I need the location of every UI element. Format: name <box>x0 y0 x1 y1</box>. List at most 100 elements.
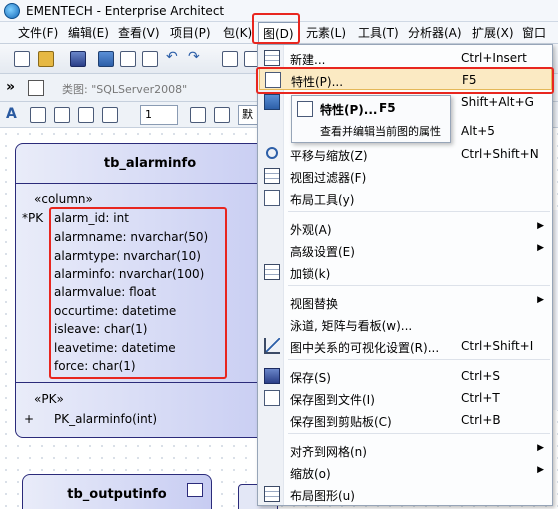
redo-icon[interactable]: ↷ <box>188 49 204 65</box>
operation-row[interactable]: PK_alarminfo(int) <box>54 412 157 426</box>
align-icon[interactable] <box>102 107 118 123</box>
attribute-row[interactable]: alarminfo: nvarchar(100) <box>54 267 204 281</box>
app-logo-icon <box>4 2 20 19</box>
line-width-spinner[interactable]: 1 <box>140 105 178 125</box>
save-icon[interactable] <box>70 51 86 67</box>
menu-item-pan-zoom[interactable]: 平移与缩放(Z) Ctrl+Shift+N <box>259 143 552 165</box>
diagram-type-label: 类图: "SQLServer2008" <box>62 83 188 96</box>
menu-view[interactable]: 查看(V) <box>114 22 164 44</box>
font-icon[interactable]: A <box>6 106 17 122</box>
menu-separator <box>288 285 550 286</box>
menu-file[interactable]: 文件(F) <box>14 22 62 44</box>
pk-marker: *PK <box>22 211 44 225</box>
menu-item-label: 保存图到剪贴板(C) <box>290 415 392 429</box>
menu-diagram[interactable]: 图(D) <box>258 22 299 44</box>
attribute-row[interactable]: leavetime: datetime <box>54 341 176 355</box>
save-icon <box>264 368 280 384</box>
menu-item-save[interactable]: 保存(S) Ctrl+S <box>259 365 552 387</box>
submenu-arrow-icon: ▶ <box>537 443 544 453</box>
menu-item-shortcut: Ctrl+T <box>461 391 500 405</box>
menu-item-layout-diagram[interactable]: 布局图形(u) <box>259 483 552 505</box>
layout-icon <box>264 94 280 110</box>
menu-item-shortcut: Ctrl+S <box>461 369 501 383</box>
fill-color-icon[interactable] <box>30 107 46 123</box>
menu-item-new[interactable]: 新建... Ctrl+Insert <box>259 47 552 69</box>
menu-item-label: 布局图形(u) <box>290 489 355 503</box>
menu-item-label: 保存图到文件(I) <box>290 393 375 407</box>
menu-edit[interactable]: 编辑(E) <box>64 22 113 44</box>
menu-item-zoom[interactable]: 缩放(o) ▶ <box>259 461 552 483</box>
brush-icon[interactable] <box>190 107 206 123</box>
menu-tools[interactable]: 工具(T) <box>354 22 403 44</box>
menu-item-label: 新建... <box>290 53 326 67</box>
menu-item-shortcut: Ctrl+B <box>461 413 501 427</box>
save-file-icon <box>264 390 280 406</box>
attribute-row[interactable]: isleave: char(1) <box>54 322 148 336</box>
attribute-row[interactable]: alarmtype: nvarchar(10) <box>54 249 201 263</box>
menu-project[interactable]: 项目(P) <box>166 22 215 44</box>
layout-diagram-icon <box>264 486 280 502</box>
find-icon[interactable] <box>222 51 238 67</box>
menu-item-layout-tools[interactable]: 布局工具(y) <box>259 187 552 209</box>
menu-item-save-to-clipboard[interactable]: 保存图到剪贴板(C) Ctrl+B <box>259 409 552 431</box>
lock-icon <box>264 264 280 280</box>
menu-item-label: 保存(S) <box>290 371 331 385</box>
class-name: tb_alarminfo <box>16 144 284 184</box>
menu-item-shortcut: Alt+5 <box>461 124 495 138</box>
compartment-divider <box>16 382 284 383</box>
menu-analyzer[interactable]: 分析器(A) <box>404 22 466 44</box>
menu-extensions[interactable]: 扩展(X) <box>468 22 518 44</box>
submenu-title[interactable]: 特性(P)... <box>320 101 377 118</box>
pen-icon[interactable] <box>214 107 230 123</box>
menu-window[interactable]: 窗口(W) <box>518 22 558 62</box>
menu-element[interactable]: 元素(L) <box>302 22 350 44</box>
title-bar: EMENTECH - Enterprise Architect <box>0 0 558 22</box>
class-name-2: tb_outputinfo <box>67 487 167 502</box>
menu-item-view-filter[interactable]: 视图过滤器(F) <box>259 165 552 187</box>
pk-stereotype: «PK» <box>34 392 64 406</box>
cut-icon[interactable] <box>98 51 114 67</box>
menu-item-relation-visibility[interactable]: 图中关系的可视化设置(R)... Ctrl+Shift+I <box>259 335 552 357</box>
open-folder-icon[interactable] <box>38 51 54 67</box>
line-color-icon[interactable] <box>54 107 70 123</box>
class-tb-alarminfo[interactable]: tb_alarminfo «column» *PK alarm_id: int … <box>15 143 285 438</box>
class-tb-outputinfo[interactable]: tb_outputinfo <box>22 474 212 509</box>
attribute-row[interactable]: alarm_id: int <box>54 211 129 225</box>
menu-item-properties[interactable]: 特性(P)... F5 <box>259 68 552 90</box>
operation-visibility: + <box>24 412 35 426</box>
new-icon[interactable] <box>14 51 30 67</box>
filter-icon <box>264 168 280 184</box>
attribute-row[interactable]: force: char(1) <box>54 359 136 373</box>
line-width-icon[interactable] <box>78 107 94 123</box>
menu-item-label: 布局工具(y) <box>290 193 355 207</box>
undo-icon[interactable]: ↶ <box>166 49 182 65</box>
menu-item-snap-grid[interactable]: 对齐到网格(n) ▶ <box>259 439 552 461</box>
paste-icon[interactable] <box>142 51 158 67</box>
attribute-row[interactable]: occurtime: datetime <box>54 304 176 318</box>
column-stereotype: «column» <box>34 192 93 206</box>
menu-item-lock[interactable]: 加锁(k) <box>259 261 552 283</box>
menu-separator <box>288 433 550 434</box>
attribute-row[interactable]: alarmname: nvarchar(50) <box>54 230 208 244</box>
chevron-right-icon[interactable]: » <box>6 79 15 95</box>
menu-item-shortcut: Ctrl+Shift+N <box>461 147 539 161</box>
menu-item-label: 外观(A) <box>290 223 332 237</box>
menu-item-swimlanes[interactable]: 泳道, 矩阵与看板(w)... <box>259 313 552 335</box>
menu-item-label: 高级设置(E) <box>290 245 355 259</box>
menu-item-appearance[interactable]: 外观(A) ▶ <box>259 217 552 239</box>
menu-item-advanced[interactable]: 高级设置(E) ▶ <box>259 239 552 261</box>
menu-item-label: 图中关系的可视化设置(R)... <box>290 341 440 355</box>
copy-icon[interactable] <box>120 51 136 67</box>
menu-item-shortcut: Ctrl+Shift+I <box>461 339 534 353</box>
submenu-shortcut: F5 <box>379 101 396 115</box>
tree-icon[interactable] <box>28 80 44 96</box>
menu-item-view-replace[interactable]: 视图替换 ▶ <box>259 291 552 313</box>
menu-item-save-to-file[interactable]: 保存图到文件(I) Ctrl+T <box>259 387 552 409</box>
menu-bar: 文件(F) 编辑(E) 查看(V) 项目(P) 包(K) 图(D) 元素(L) … <box>0 22 558 62</box>
menu-separator <box>288 359 550 360</box>
menu-package[interactable]: 包(K) <box>219 22 256 44</box>
zoom-icon <box>266 147 278 159</box>
attribute-row[interactable]: alarmvalue: float <box>54 285 156 299</box>
menu-item-label: 泳道, 矩阵与看板(w)... <box>290 319 413 333</box>
relations-icon <box>264 338 280 354</box>
